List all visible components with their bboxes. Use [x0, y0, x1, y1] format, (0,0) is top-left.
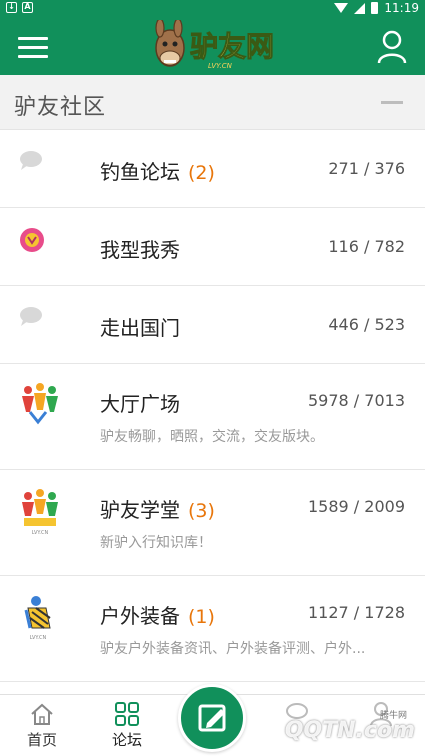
forum-item[interactable]: LVY.CN 户外装备 (1) 1127 / 1728 驴友户外装备资讯、户外装备… [0, 576, 425, 682]
people-group-icon: LVY.CN [22, 489, 58, 536]
forum-name: 驴友学堂 [100, 498, 180, 522]
menu-button[interactable] [18, 37, 48, 59]
user-profile-icon[interactable] [377, 30, 407, 64]
pink-badge-icon [20, 228, 44, 252]
post-count: 1589 / 2009 [308, 497, 405, 516]
forum-description: 驴友户外装备资讯、户外装备评测、户外... [100, 641, 366, 657]
forum-item[interactable]: 走出国门 446 / 523 [0, 286, 425, 364]
chat-bubble-icon [20, 151, 42, 170]
new-post-badge: (2) [188, 162, 215, 184]
forum-item[interactable]: LVY.CN 驴友学堂 (3) 1589 / 2009 新驴入行知识库！ [0, 470, 425, 576]
forum-item[interactable]: 大厅广场 5978 / 7013 驴友畅聊，晒照，交流，交友版块。 [0, 364, 425, 470]
forum-name: 户外装备 [100, 604, 180, 628]
forum-name: 大厅广场 [100, 392, 180, 416]
svg-text:驴友网: 驴友网 [190, 30, 274, 63]
forum-name: 钓鱼论坛 [100, 160, 180, 184]
nav-home[interactable]: 首页 [7, 701, 77, 750]
post-count: 5978 / 7013 [308, 391, 405, 410]
section-header: 驴友社区 [0, 75, 425, 130]
logo: 驴友网 LVY.CN [155, 20, 275, 70]
post-count: 1127 / 1728 [308, 603, 405, 622]
app-bar: 驴友网 LVY.CN [0, 17, 425, 75]
forum-description: 驴友畅聊，晒照，交流，交友版块。 [100, 429, 324, 445]
forum-description: 新驴入行知识库！ [100, 535, 212, 551]
new-post-badge: (1) [188, 606, 215, 628]
forum-item[interactable]: 钓鱼论坛 (2) 271 / 376 [0, 130, 425, 208]
nav-label: 首页 [26, 731, 57, 749]
signal-icon [354, 2, 366, 14]
chat-bubble-icon [20, 307, 42, 326]
svg-text:LVY.CN: LVY.CN [32, 530, 49, 536]
download-notification-icon: ↓ [6, 2, 17, 13]
svg-text:LVY.CN: LVY.CN [208, 62, 233, 70]
home-icon [31, 703, 53, 725]
outdoor-gear-icon: LVY.CN [24, 596, 51, 641]
collapse-button[interactable] [381, 101, 403, 104]
forum-list: 钓鱼论坛 (2) 271 / 376 我型我秀 116 / 782 走出国门 44… [0, 130, 425, 682]
new-post-badge: (3) [188, 500, 215, 522]
section-title: 驴友社区 [14, 95, 107, 120]
battery-icon [371, 2, 379, 14]
people-group-icon [22, 383, 58, 425]
edit-icon [198, 704, 226, 732]
forum-name: 走出国门 [100, 316, 180, 340]
compose-post-button[interactable] [178, 684, 246, 752]
post-count: 271 / 376 [328, 159, 405, 178]
forum-name: 我型我秀 [100, 238, 180, 262]
forum-item[interactable]: 我型我秀 116 / 782 [0, 208, 425, 286]
grid-icon [115, 702, 139, 726]
nav-forum[interactable]: 论坛 [92, 701, 162, 750]
status-bar: ↓ A 11:19 [0, 0, 425, 17]
post-count: 446 / 523 [328, 315, 405, 334]
status-time: 11:19 [384, 1, 419, 15]
post-count: 116 / 782 [328, 237, 405, 256]
nav-label: 论坛 [111, 731, 142, 749]
watermark: QQTN.com [284, 718, 415, 743]
wifi-icon [334, 3, 349, 13]
app-notification-icon: A [22, 2, 33, 13]
svg-text:LVY.CN: LVY.CN [30, 635, 47, 641]
